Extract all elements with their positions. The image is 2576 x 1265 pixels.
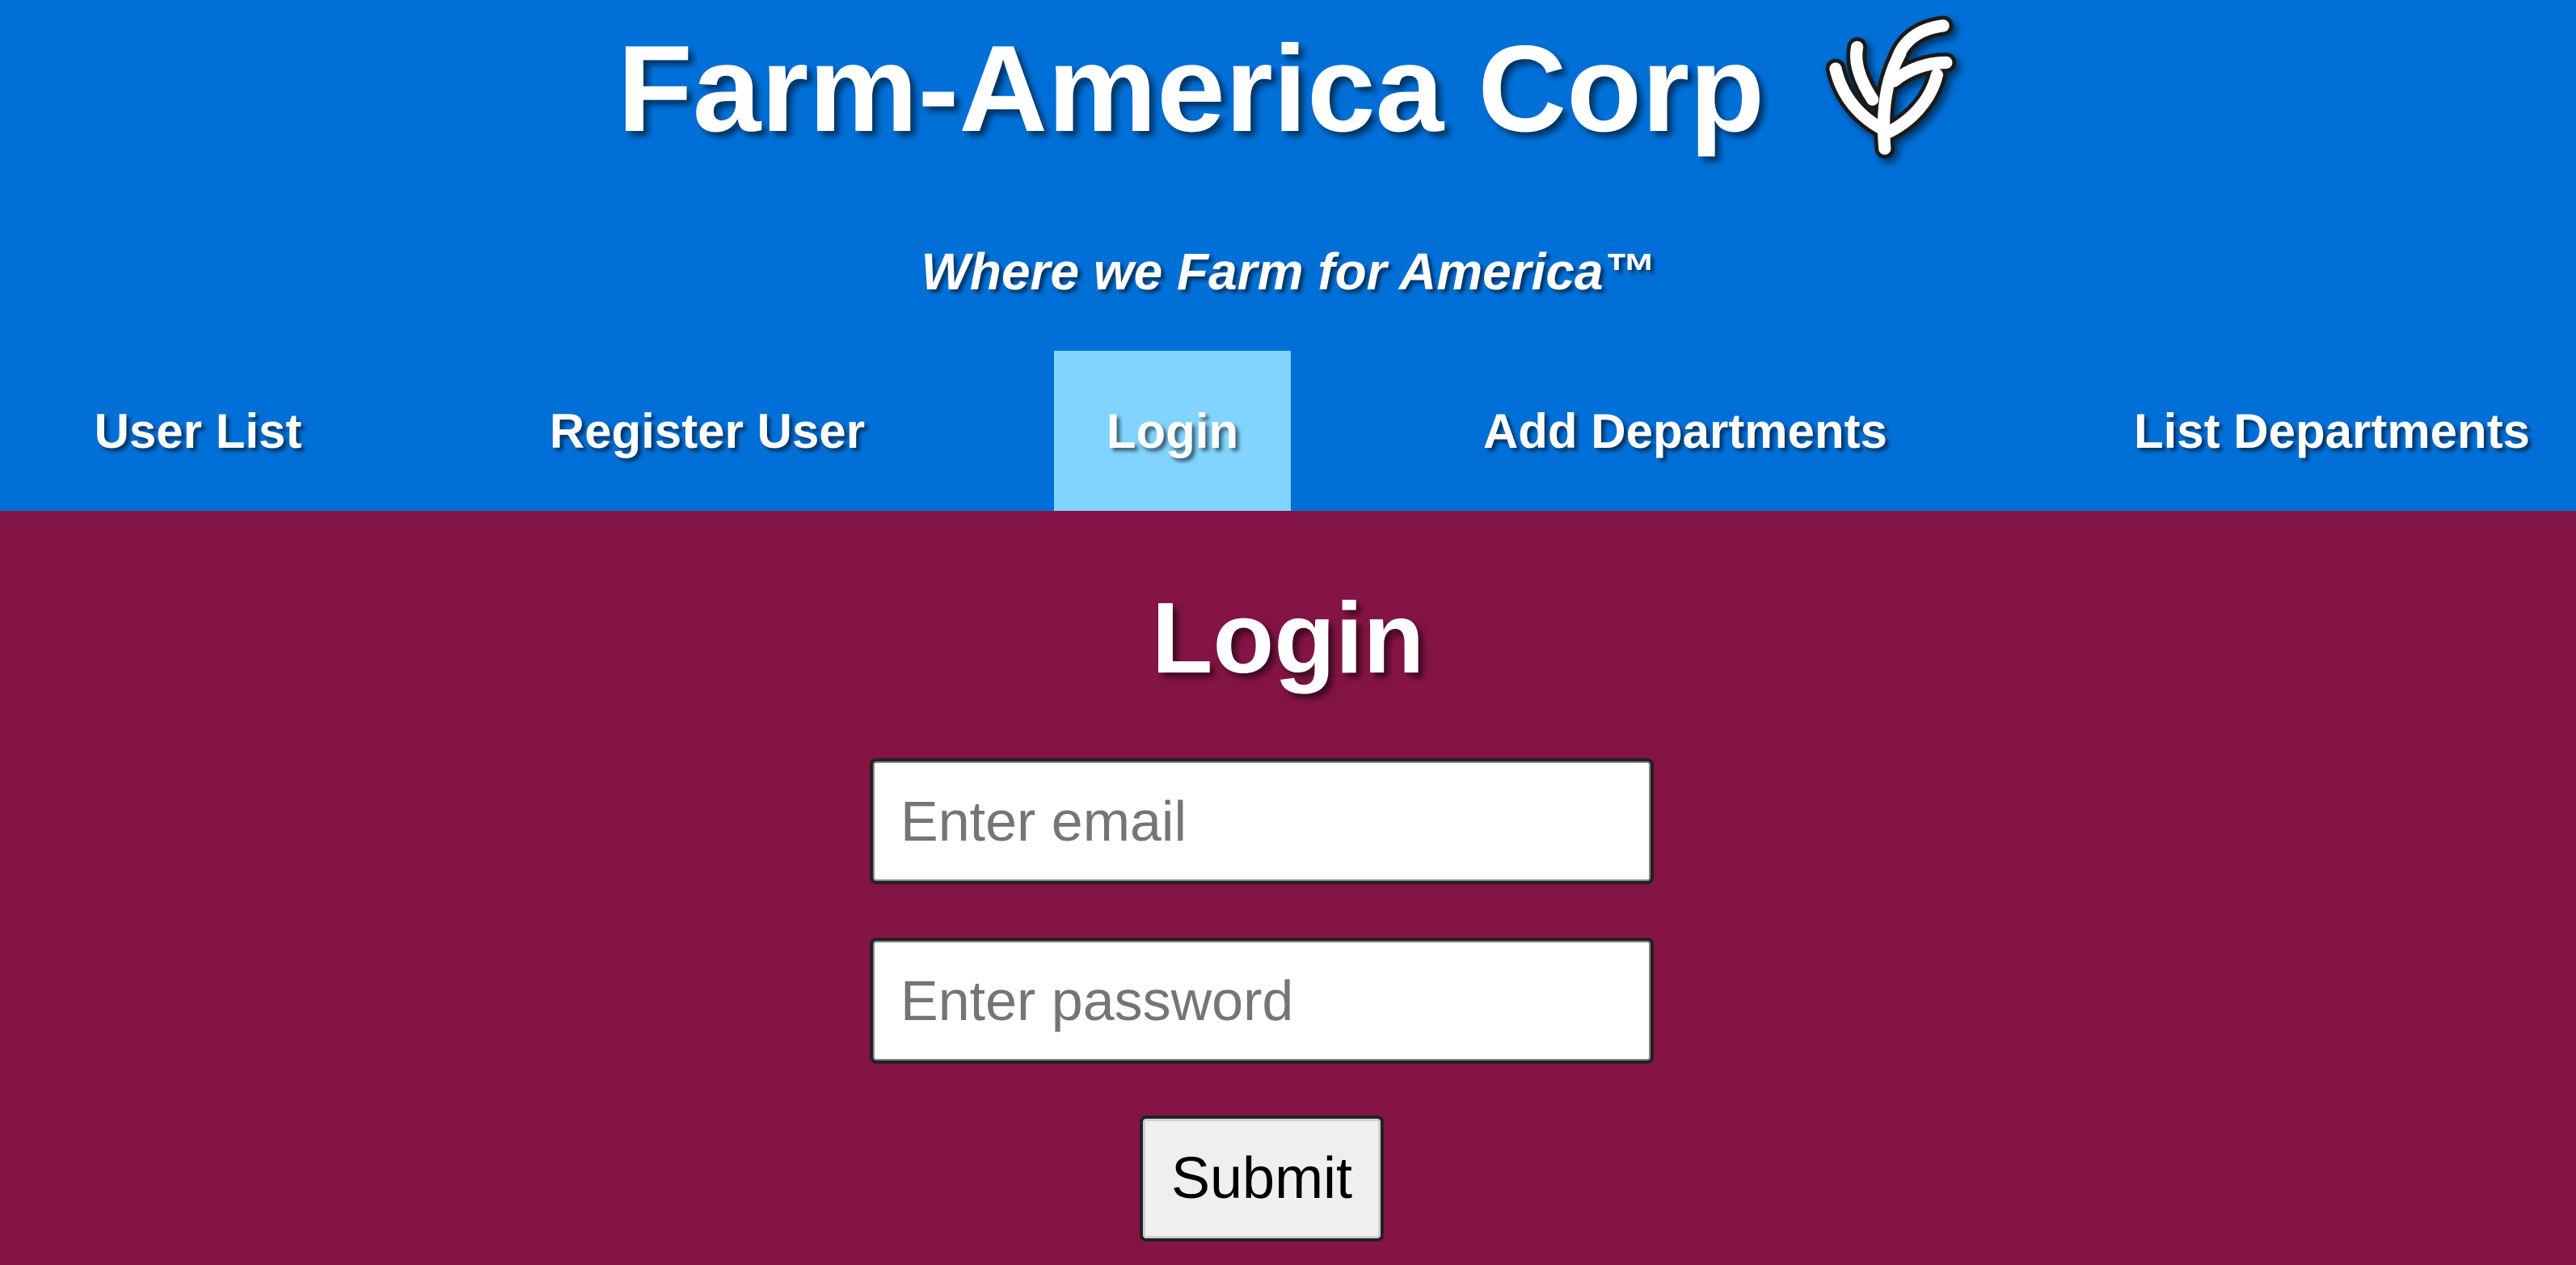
submit-button[interactable]: Submit bbox=[1140, 1115, 1384, 1242]
page-title: Login bbox=[1151, 583, 1425, 694]
password-field[interactable] bbox=[870, 938, 1654, 1064]
page: Farm-America Corp Where we Farm for Amer… bbox=[0, 0, 2576, 1265]
site-header: Farm-America Corp Where we Farm for Amer… bbox=[0, 0, 2576, 511]
main-nav: User List Register User Login Add Depart… bbox=[0, 351, 2576, 511]
brand-row: Farm-America Corp bbox=[0, 15, 2576, 162]
email-field[interactable] bbox=[870, 758, 1654, 884]
nav-item-list-departments[interactable]: List Departments bbox=[2118, 351, 2546, 511]
nav-item-register-user[interactable]: Register User bbox=[517, 351, 897, 511]
nav-item-login[interactable]: Login bbox=[1054, 351, 1291, 511]
login-section: Login Submit bbox=[0, 511, 2576, 1265]
nav-item-user-list[interactable]: User List bbox=[48, 351, 348, 511]
site-title: Farm-America Corp bbox=[617, 20, 1765, 158]
wheat-sprout-icon bbox=[1825, 15, 1957, 159]
tagline: Where we Farm for America™ bbox=[921, 242, 1655, 301]
nav-item-add-departments[interactable]: Add Departments bbox=[1455, 351, 1916, 511]
